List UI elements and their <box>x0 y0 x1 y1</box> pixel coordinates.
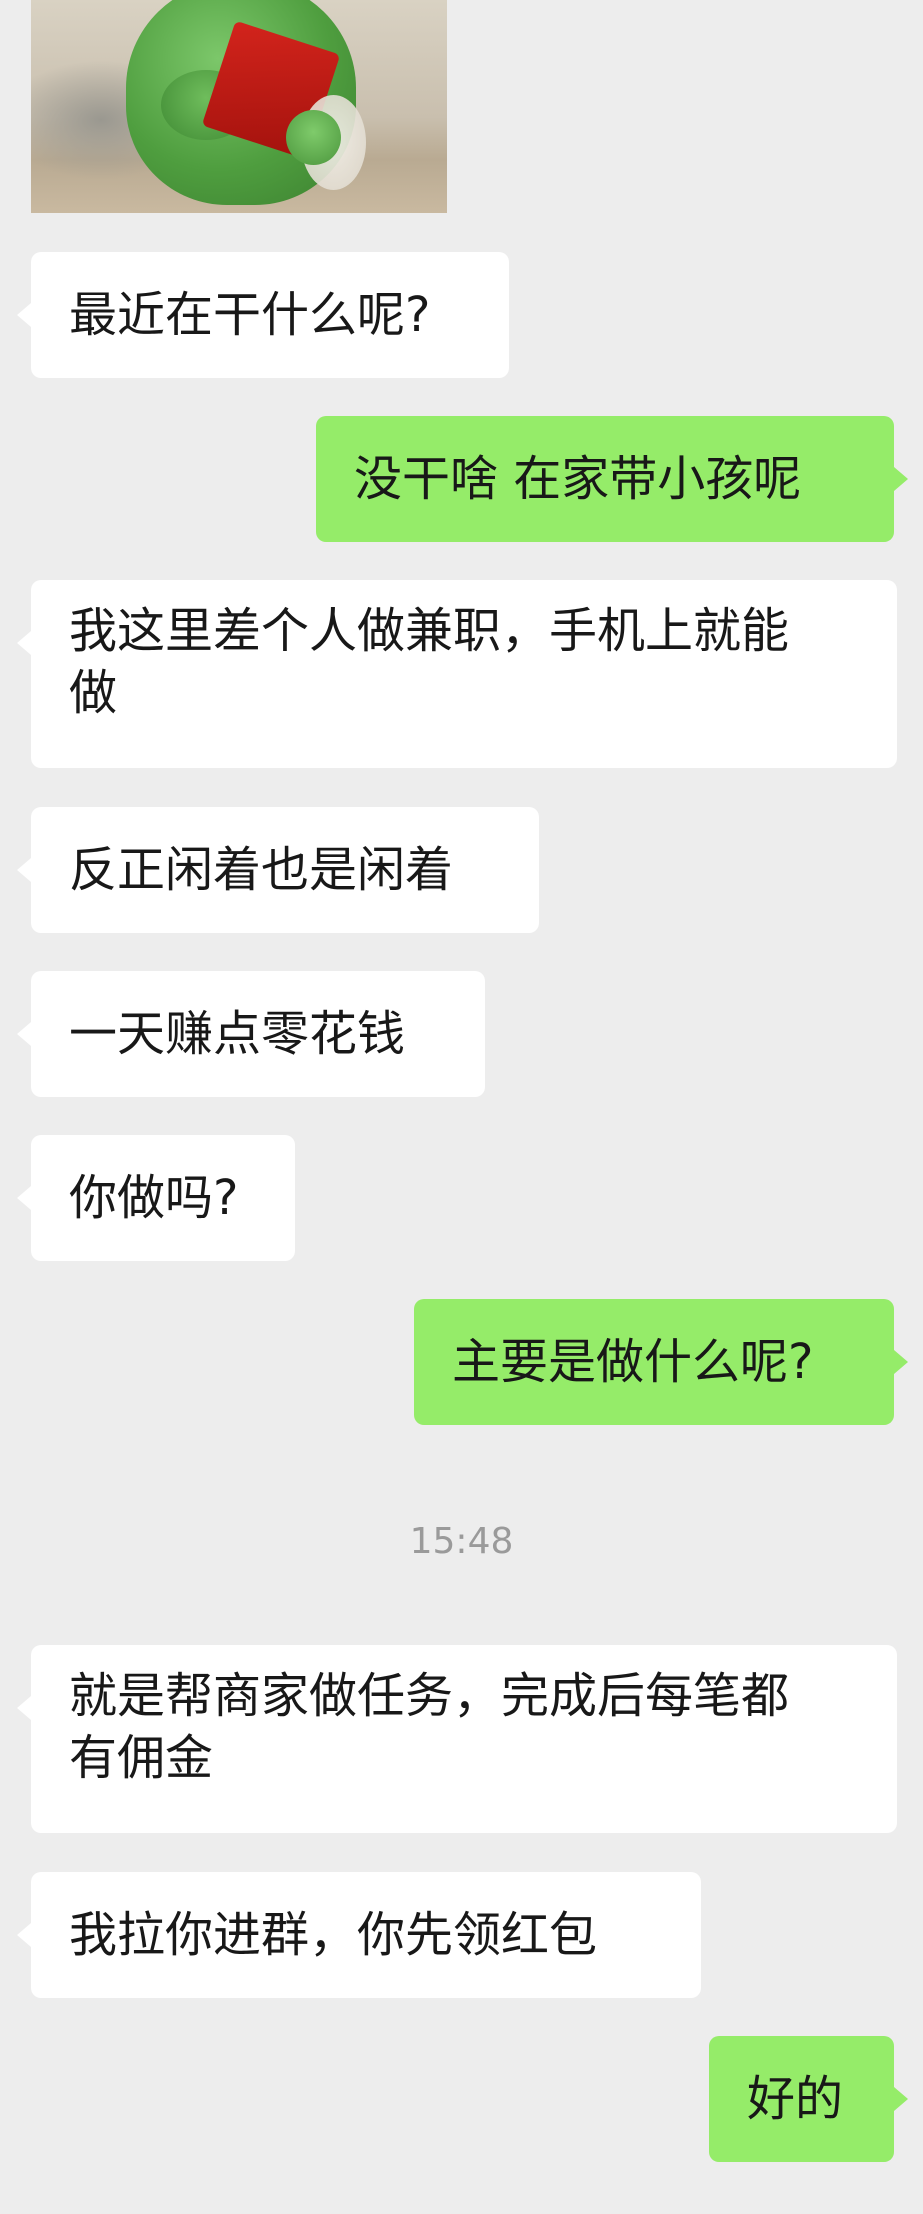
message-text: 一天赚点零花钱 <box>69 1006 406 1062</box>
bubble-tail <box>17 858 31 882</box>
bubble-tail <box>17 1186 31 1210</box>
bubble-tail <box>17 303 31 327</box>
message-bubble-outgoing[interactable]: 主要是做什么呢? <box>414 1299 894 1425</box>
message-bubble-incoming[interactable]: 最近在干什么呢? <box>31 252 509 378</box>
message-bubble-incoming[interactable]: 就是帮商家做任务，完成后每笔都 有佣金 <box>31 1645 897 1833</box>
message-bubble-incoming[interactable]: 我这里差个人做兼职，手机上就能 做 <box>31 580 897 768</box>
message-text: 最近在干什么呢? <box>69 287 431 343</box>
message-bubble-incoming[interactable]: 我拉你进群，你先领红包 <box>31 1872 701 1998</box>
message-bubble-incoming[interactable]: 反正闲着也是闲着 <box>31 807 539 933</box>
message-text: 我拉你进群，你先领红包 <box>69 1907 598 1963</box>
message-text: 好的 <box>747 2071 844 2127</box>
message-bubble-outgoing[interactable]: 好的 <box>709 2036 894 2162</box>
bubble-tail <box>17 1923 31 1947</box>
bubble-tail <box>17 631 31 655</box>
message-text: 反正闲着也是闲着 <box>69 842 454 898</box>
bubble-tail <box>894 467 908 491</box>
message-bubble-outgoing[interactable]: 没干啥 在家带小孩呢 <box>316 416 894 542</box>
timestamp: 15:48 <box>409 1521 514 1562</box>
message-text: 就是帮商家做任务，完成后每笔都 有佣金 <box>69 1668 790 1786</box>
sticker-image[interactable] <box>31 0 447 213</box>
message-bubble-incoming[interactable]: 一天赚点零花钱 <box>31 971 485 1097</box>
message-text: 我这里差个人做兼职，手机上就能 做 <box>69 603 790 721</box>
frog-hand <box>286 110 341 165</box>
message-text: 主要是做什么呢? <box>452 1334 814 1390</box>
bubble-tail <box>894 2087 908 2111</box>
bubble-tail <box>894 1350 908 1374</box>
bubble-tail <box>17 1696 31 1720</box>
message-text: 你做吗? <box>69 1170 239 1226</box>
message-text: 没干啥 在家带小孩呢 <box>354 451 802 507</box>
message-bubble-incoming[interactable]: 你做吗? <box>31 1135 295 1261</box>
bubble-tail <box>17 1022 31 1046</box>
